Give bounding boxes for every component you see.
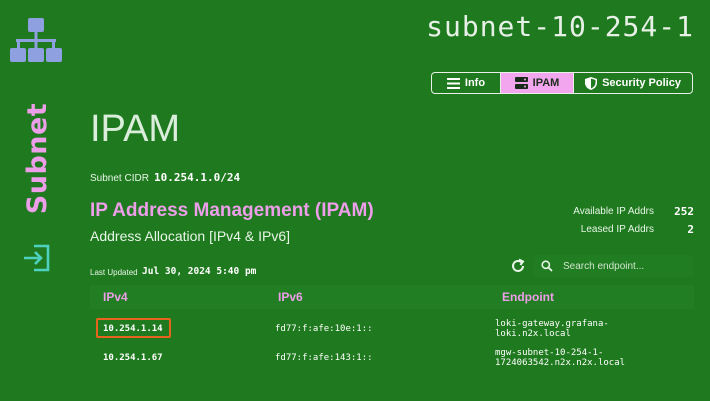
ipv4-cell[interactable]: 10.254.1.14 <box>103 324 163 334</box>
endpoint-cell[interactable]: mgw-subnet-10-254-1- 1724063542.n2x.n2x.l… <box>495 348 645 368</box>
endpoint-line: loki.n2x.local <box>495 329 571 339</box>
endpoint-cell[interactable]: loki-gateway.grafana-loki.n2x.local <box>495 319 645 339</box>
available-ip-label: Available IP Addrs <box>573 206 654 217</box>
list-icon <box>446 77 460 89</box>
column-header-endpoint: Endpoint <box>502 290 554 304</box>
table-header: IPv4 IPv6 Endpoint <box>90 285 694 309</box>
column-header-ipv6: IPv6 <box>278 290 303 304</box>
cidr-label: Subnet CIDR <box>90 173 149 184</box>
ipv6-cell[interactable]: fd77:f:afe:10e:1:: <box>275 324 373 334</box>
subnet-section-label: Subnet <box>22 102 54 214</box>
search-box[interactable] <box>534 255 694 277</box>
ipv6-cell[interactable]: fd77:f:afe:143:1:: <box>275 353 373 363</box>
tab-security-policy[interactable]: Security Policy <box>573 73 692 93</box>
last-updated-value: Jul 30, 2024 5:40 pm <box>142 266 257 277</box>
endpoint-line: loki-gateway.grafana- <box>495 319 609 329</box>
leased-ip-count: 2 <box>687 223 694 236</box>
tab-ipam-label: IPAM <box>532 77 560 89</box>
section-subtitle: Address Allocation [IPv4 & IPv6] <box>90 228 290 244</box>
endpoint-line: mgw-subnet-10-254-1- <box>495 348 604 358</box>
network-topology-icon <box>10 16 62 64</box>
shield-icon <box>585 76 598 90</box>
available-ip-count: 252 <box>674 205 694 218</box>
table-row[interactable]: 10.254.1.14 fd77:f:afe:10e:1:: loki-gate… <box>90 316 694 342</box>
server-icon <box>514 77 528 89</box>
subnet-name: subnet-10-254-1 <box>426 10 694 43</box>
section-title: IP Address Management (IPAM) <box>90 200 374 221</box>
sign-in-icon[interactable] <box>22 243 52 273</box>
tab-info[interactable]: Info <box>432 73 501 93</box>
ipv4-cell[interactable]: 10.254.1.67 <box>103 353 163 363</box>
cidr-value: 10.254.1.0/24 <box>154 171 241 184</box>
leased-ip-label: Leased IP Addrs <box>580 224 654 235</box>
tab-ipam[interactable]: IPAM <box>501 73 573 93</box>
endpoint-line: 1724063542.n2x.n2x.local <box>495 358 626 368</box>
refresh-icon[interactable] <box>510 258 526 274</box>
page-title: IPAM <box>90 108 181 150</box>
search-icon <box>541 260 553 272</box>
search-input[interactable] <box>563 260 683 272</box>
column-header-ipv4: IPv4 <box>103 290 128 304</box>
last-updated-label: Last Updated <box>90 268 138 277</box>
table-row[interactable]: 10.254.1.67 fd77:f:afe:143:1:: mgw-subne… <box>90 348 694 374</box>
tab-bar: Info IPAM Security Policy <box>431 72 693 94</box>
tab-info-label: Info <box>464 77 486 89</box>
tab-security-policy-label: Security Policy <box>602 77 681 89</box>
